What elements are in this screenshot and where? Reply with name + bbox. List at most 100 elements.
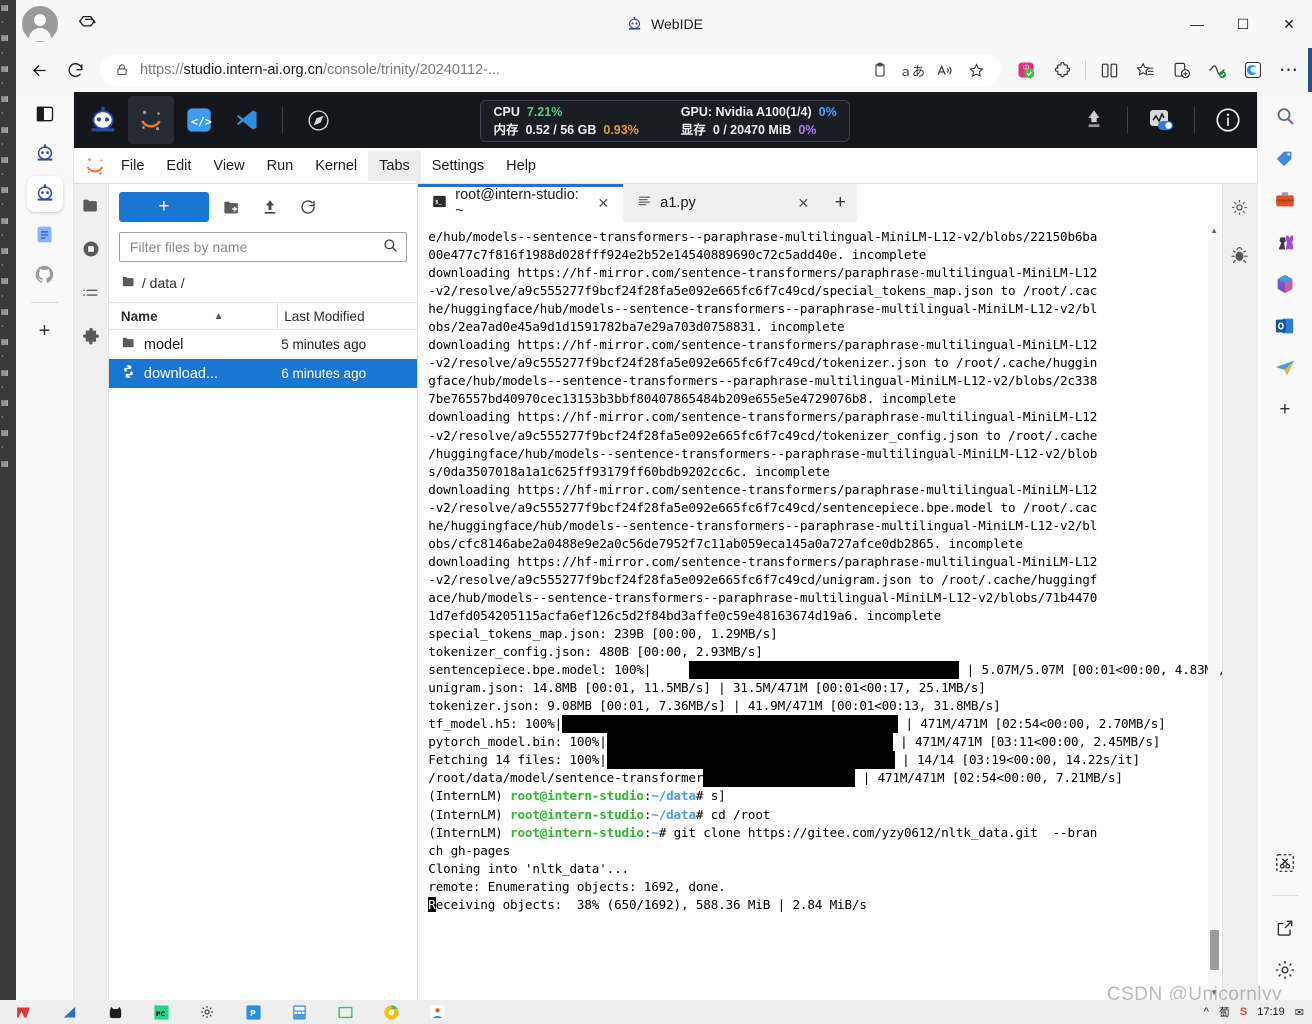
shopping-tag-icon[interactable] <box>1269 142 1301 174</box>
taskbar-cat-icon[interactable] <box>92 1000 138 1024</box>
terminal-output[interactable]: e/hub/models--sentence-transformers--par… <box>418 222 1223 1000</box>
telegram-send-icon[interactable] <box>1269 352 1301 384</box>
taskbar-settings-icon[interactable] <box>184 1000 230 1024</box>
open-in-new-window-icon[interactable] <box>1269 912 1301 944</box>
collections-star-icon[interactable] <box>1128 53 1162 87</box>
refresh-file-list-icon[interactable] <box>293 192 323 222</box>
settings-gear-icon[interactable] <box>1269 954 1301 986</box>
back-button[interactable] <box>22 53 56 87</box>
toolbox-icon[interactable] <box>1269 184 1301 216</box>
tab-a1-py-close-icon[interactable]: ✕ <box>798 195 810 212</box>
edge-copilot-icon[interactable] <box>1236 53 1270 87</box>
rail-toc-icon[interactable] <box>76 278 106 308</box>
menu-settings[interactable]: Settings <box>421 151 495 181</box>
rail-running-terminals-icon[interactable] <box>76 234 106 264</box>
favorite-star-icon[interactable] <box>961 55 991 85</box>
rail-file-browser-icon[interactable] <box>76 190 106 220</box>
menu-help[interactable]: Help <box>495 151 547 181</box>
table-row[interactable]: model 5 minutes ago <box>109 330 417 359</box>
outlook-icon[interactable] <box>1269 310 1301 342</box>
document-shortcut-icon[interactable] <box>27 216 63 252</box>
tray-chevron-up-icon[interactable]: ^ <box>1204 1006 1209 1018</box>
tray-mail-icon[interactable]: ✉ <box>1295 1006 1304 1019</box>
intern-logo-icon[interactable] <box>80 96 126 144</box>
tray-ime-icon[interactable]: 蔔 <box>1219 1004 1230 1020</box>
address-bar[interactable]: https://studio.intern-ai.org.cn/console/… <box>100 54 1001 86</box>
browser-essentials-icon[interactable] <box>1200 53 1234 87</box>
scrollbar-thumb[interactable] <box>1210 930 1220 970</box>
taskbar-pdf-icon[interactable]: P <box>230 1000 276 1024</box>
taskbar-calculator-icon[interactable] <box>276 1000 322 1024</box>
search-icon[interactable] <box>1269 100 1301 132</box>
sidebar-toggle-icon[interactable] <box>27 96 63 132</box>
code-server-icon[interactable]: </> <box>176 96 222 144</box>
tab-a1-py[interactable]: a1.py ✕ <box>623 184 824 222</box>
browser-toolbar: https://studio.intern-ai.org.cn/console/… <box>16 48 1312 92</box>
scrollbar-up-arrow-icon[interactable]: ▲ <box>1208 224 1220 236</box>
webide-shortcut-icon-1[interactable] <box>27 136 63 172</box>
menu-edit[interactable]: Edit <box>155 151 202 181</box>
menu-file[interactable]: File <box>110 151 155 181</box>
tab-terminal[interactable]: $_ root@intern-studio: ~ ✕ <box>418 184 624 222</box>
reload-button[interactable] <box>58 53 92 87</box>
add-sidebar-app-icon[interactable]: + <box>27 313 63 349</box>
add-sidebar-icon[interactable]: + <box>1269 394 1301 426</box>
jupyterlab-app-icon[interactable] <box>128 96 175 144</box>
menu-run[interactable]: Run <box>256 151 305 181</box>
svg-text:PC: PC <box>155 1010 165 1018</box>
github-icon[interactable] <box>27 256 63 292</box>
webide-shortcut-icon-2-active[interactable] <box>26 176 63 212</box>
screenshot-scissors-icon[interactable] <box>1269 847 1301 879</box>
taskbar-wps-icon[interactable] <box>0 1000 46 1024</box>
jupyter-logo-icon <box>80 151 110 181</box>
extensions-icon[interactable] <box>1045 53 1079 87</box>
info-icon[interactable] <box>1205 96 1251 144</box>
split-screen-icon[interactable] <box>1092 53 1126 87</box>
microsoft-365-icon[interactable] <box>1269 268 1301 300</box>
read-aloud-icon[interactable] <box>929 55 959 85</box>
active-tab[interactable]: WebIDE <box>16 0 1312 48</box>
rail-debugger-icon[interactable] <box>1225 240 1255 270</box>
file-filter-box[interactable] <box>118 232 408 262</box>
copilot-icon[interactable] <box>70 7 104 41</box>
browser-viewport: + </> CPU 7.21% GPU: Nvidia A100(1/4) 0%… <box>16 92 1312 1000</box>
scrollbar-down-arrow-icon[interactable]: ▼ <box>1208 986 1220 998</box>
more-options-icon[interactable]: ⋯ <box>1272 53 1306 87</box>
clipboard-icon[interactable] <box>865 55 895 85</box>
table-row[interactable]: download... 6 minutes ago <box>108 359 418 388</box>
tab-terminal-close-icon[interactable]: ✕ <box>598 195 610 212</box>
profile-avatar-icon[interactable] <box>22 6 58 42</box>
add-to-collection-icon[interactable] <box>1164 53 1198 87</box>
vscode-icon[interactable] <box>224 96 270 144</box>
breadcrumb[interactable]: / data / <box>109 270 417 302</box>
menu-tabs[interactable]: Tabs <box>368 150 421 181</box>
terminal-scrollbar[interactable]: ▲ ▼ <box>1208 224 1221 998</box>
minimize-button[interactable]: — <box>1174 0 1220 48</box>
taskbar-app-icon[interactable] <box>414 1000 460 1024</box>
translate-icon[interactable]: ａあ <box>897 55 927 85</box>
rail-property-inspector-icon[interactable] <box>1225 192 1255 222</box>
tray-sogou-icon[interactable]: S <box>1240 1006 1247 1018</box>
close-button[interactable]: ✕ <box>1266 0 1312 48</box>
upload-arrow-icon[interactable] <box>1071 96 1117 144</box>
monitor-toggle-icon[interactable] <box>1138 96 1184 144</box>
menu-kernel[interactable]: Kernel <box>304 151 368 181</box>
taskbar-pycharm-icon[interactable]: PC <box>138 1000 184 1024</box>
maximize-button[interactable]: ☐ <box>1220 0 1266 48</box>
taskbar-window-icon[interactable] <box>322 1000 368 1024</box>
new-launcher-button[interactable]: + <box>118 192 209 222</box>
games-chess-icon[interactable] <box>1269 226 1301 258</box>
taskbar-clock[interactable]: 17:19 <box>1257 1006 1285 1018</box>
file-filter-input[interactable] <box>127 238 383 256</box>
extension-translate-icon[interactable]: 中 <box>1009 53 1043 87</box>
column-header-name[interactable]: Name ▲ <box>109 309 277 324</box>
new-tab-button[interactable]: + <box>823 184 858 222</box>
taskbar-chrome-icon[interactable] <box>368 1000 414 1024</box>
rail-extension-manager-icon[interactable] <box>76 322 106 352</box>
compass-icon[interactable] <box>295 96 341 144</box>
taskbar-editor-icon[interactable] <box>46 1000 92 1024</box>
column-header-last-modified[interactable]: Last Modified <box>277 302 417 330</box>
upload-files-icon[interactable] <box>255 192 285 222</box>
new-folder-icon[interactable] <box>217 192 247 222</box>
menu-view[interactable]: View <box>202 151 255 181</box>
